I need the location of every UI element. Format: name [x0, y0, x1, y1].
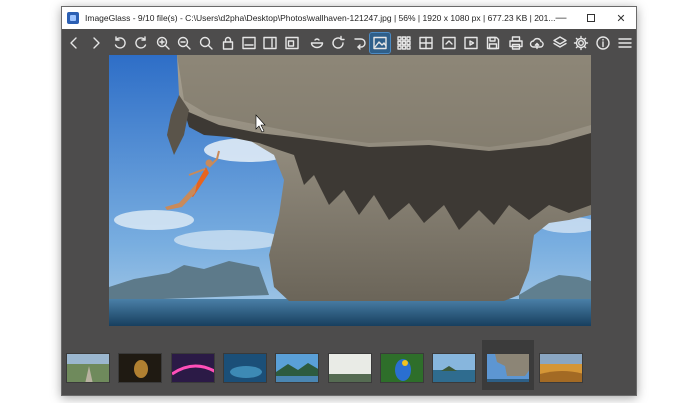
title-bar[interactable]: ImageGlass - 9/10 file(s) - C:\Users\d2p…	[62, 7, 636, 29]
thumbnail-9-selected[interactable]	[486, 353, 530, 383]
thumbnail-grid-icon	[397, 36, 411, 50]
thumbnail-2[interactable]	[118, 353, 162, 383]
thumbnail-grid-button[interactable]	[394, 33, 414, 53]
fullscreen-button[interactable]	[439, 33, 459, 53]
zoom-actual-icon	[199, 36, 213, 50]
main-menu-button[interactable]	[615, 33, 635, 53]
minimize-button[interactable]: —	[546, 7, 576, 29]
rotate-left-button[interactable]	[110, 33, 130, 53]
layers-button[interactable]	[550, 33, 570, 53]
checkerboard-icon	[419, 36, 433, 50]
thumbnail-bar	[62, 340, 636, 390]
zoom-out-icon	[177, 36, 191, 50]
fit-width-icon	[242, 36, 256, 50]
close-button[interactable]: ✕	[606, 7, 636, 29]
thumbnail-1[interactable]	[66, 353, 110, 383]
lock-zoom-icon	[222, 36, 234, 50]
thumbnail-image	[276, 354, 318, 382]
thumbnail-image	[67, 354, 109, 382]
zoom-in-icon	[156, 36, 170, 50]
rotate-right-icon	[135, 36, 147, 49]
fit-height-icon	[263, 36, 277, 50]
lock-zoom-button[interactable]	[218, 33, 238, 53]
slideshow-button[interactable]	[461, 33, 481, 53]
upload-icon	[529, 37, 544, 50]
rotate-left-icon	[114, 36, 126, 49]
zoom-out-button[interactable]	[174, 33, 194, 53]
thumbnail-image	[381, 354, 423, 382]
scale-to-fit-icon	[285, 36, 299, 50]
view-image-button[interactable]	[369, 32, 391, 54]
layers-icon	[553, 36, 567, 48]
window-title: ImageGlass - 9/10 file(s) - C:\Users\d2p…	[85, 13, 556, 23]
actual-size-button[interactable]	[196, 33, 216, 53]
thumbnail-8[interactable]	[432, 353, 476, 383]
next-image-button[interactable]	[86, 33, 106, 53]
thumbnail-image	[224, 354, 266, 382]
thumbnail-3[interactable]	[171, 353, 215, 383]
zoom-in-button[interactable]	[153, 33, 173, 53]
window-controls: — ✕	[546, 7, 636, 29]
chevron-right-icon	[93, 37, 100, 49]
scale-to-fit-button[interactable]	[282, 33, 302, 53]
image-icon	[373, 36, 387, 50]
print-button[interactable]	[506, 33, 526, 53]
viewed-photo	[109, 55, 591, 326]
thumbnail-7[interactable]	[380, 353, 424, 383]
save-button[interactable]	[483, 33, 503, 53]
gear-icon	[573, 35, 589, 51]
checkerboard-button[interactable]	[416, 33, 436, 53]
upload-button[interactable]	[527, 33, 547, 53]
go-to-icon	[354, 38, 366, 50]
thumbnail-image	[172, 354, 214, 382]
refresh-button[interactable]	[328, 33, 348, 53]
thumbnail-6[interactable]	[328, 353, 372, 383]
thumbnail-image	[487, 354, 529, 382]
thumbnail-image	[540, 354, 582, 382]
bowl-button[interactable]	[307, 33, 327, 53]
fit-height-button[interactable]	[260, 33, 280, 53]
menu-icon	[618, 38, 632, 48]
imageglass-app-icon	[67, 12, 79, 24]
close-icon: ✕	[616, 12, 626, 25]
imageglass-window: ImageGlass - 9/10 file(s) - C:\Users\d2p…	[61, 6, 637, 396]
go-to-button[interactable]	[350, 33, 370, 53]
thumbnail-image	[433, 354, 475, 382]
rotate-right-button[interactable]	[131, 33, 151, 53]
minimize-icon: —	[555, 12, 567, 24]
info-icon	[596, 36, 610, 50]
thumbnail-image	[329, 354, 371, 382]
thumbnail-5[interactable]	[275, 353, 319, 383]
fullscreen-icon	[442, 36, 456, 50]
save-icon	[486, 36, 500, 50]
thumbnail-10[interactable]	[539, 353, 583, 383]
refresh-icon	[332, 35, 345, 49]
settings-button[interactable]	[571, 33, 591, 53]
print-icon	[509, 36, 523, 50]
maximize-button[interactable]	[576, 7, 606, 29]
fit-width-button[interactable]	[239, 33, 259, 53]
maximize-icon	[587, 14, 595, 22]
slideshow-icon	[464, 36, 478, 50]
about-button[interactable]	[593, 33, 613, 53]
thumbnail-4[interactable]	[223, 353, 267, 383]
thumbnail-image	[119, 354, 161, 382]
previous-image-button[interactable]	[64, 33, 84, 53]
bowl-icon	[310, 38, 324, 49]
chevron-left-icon	[70, 37, 77, 49]
image-viewer[interactable]	[109, 55, 591, 326]
